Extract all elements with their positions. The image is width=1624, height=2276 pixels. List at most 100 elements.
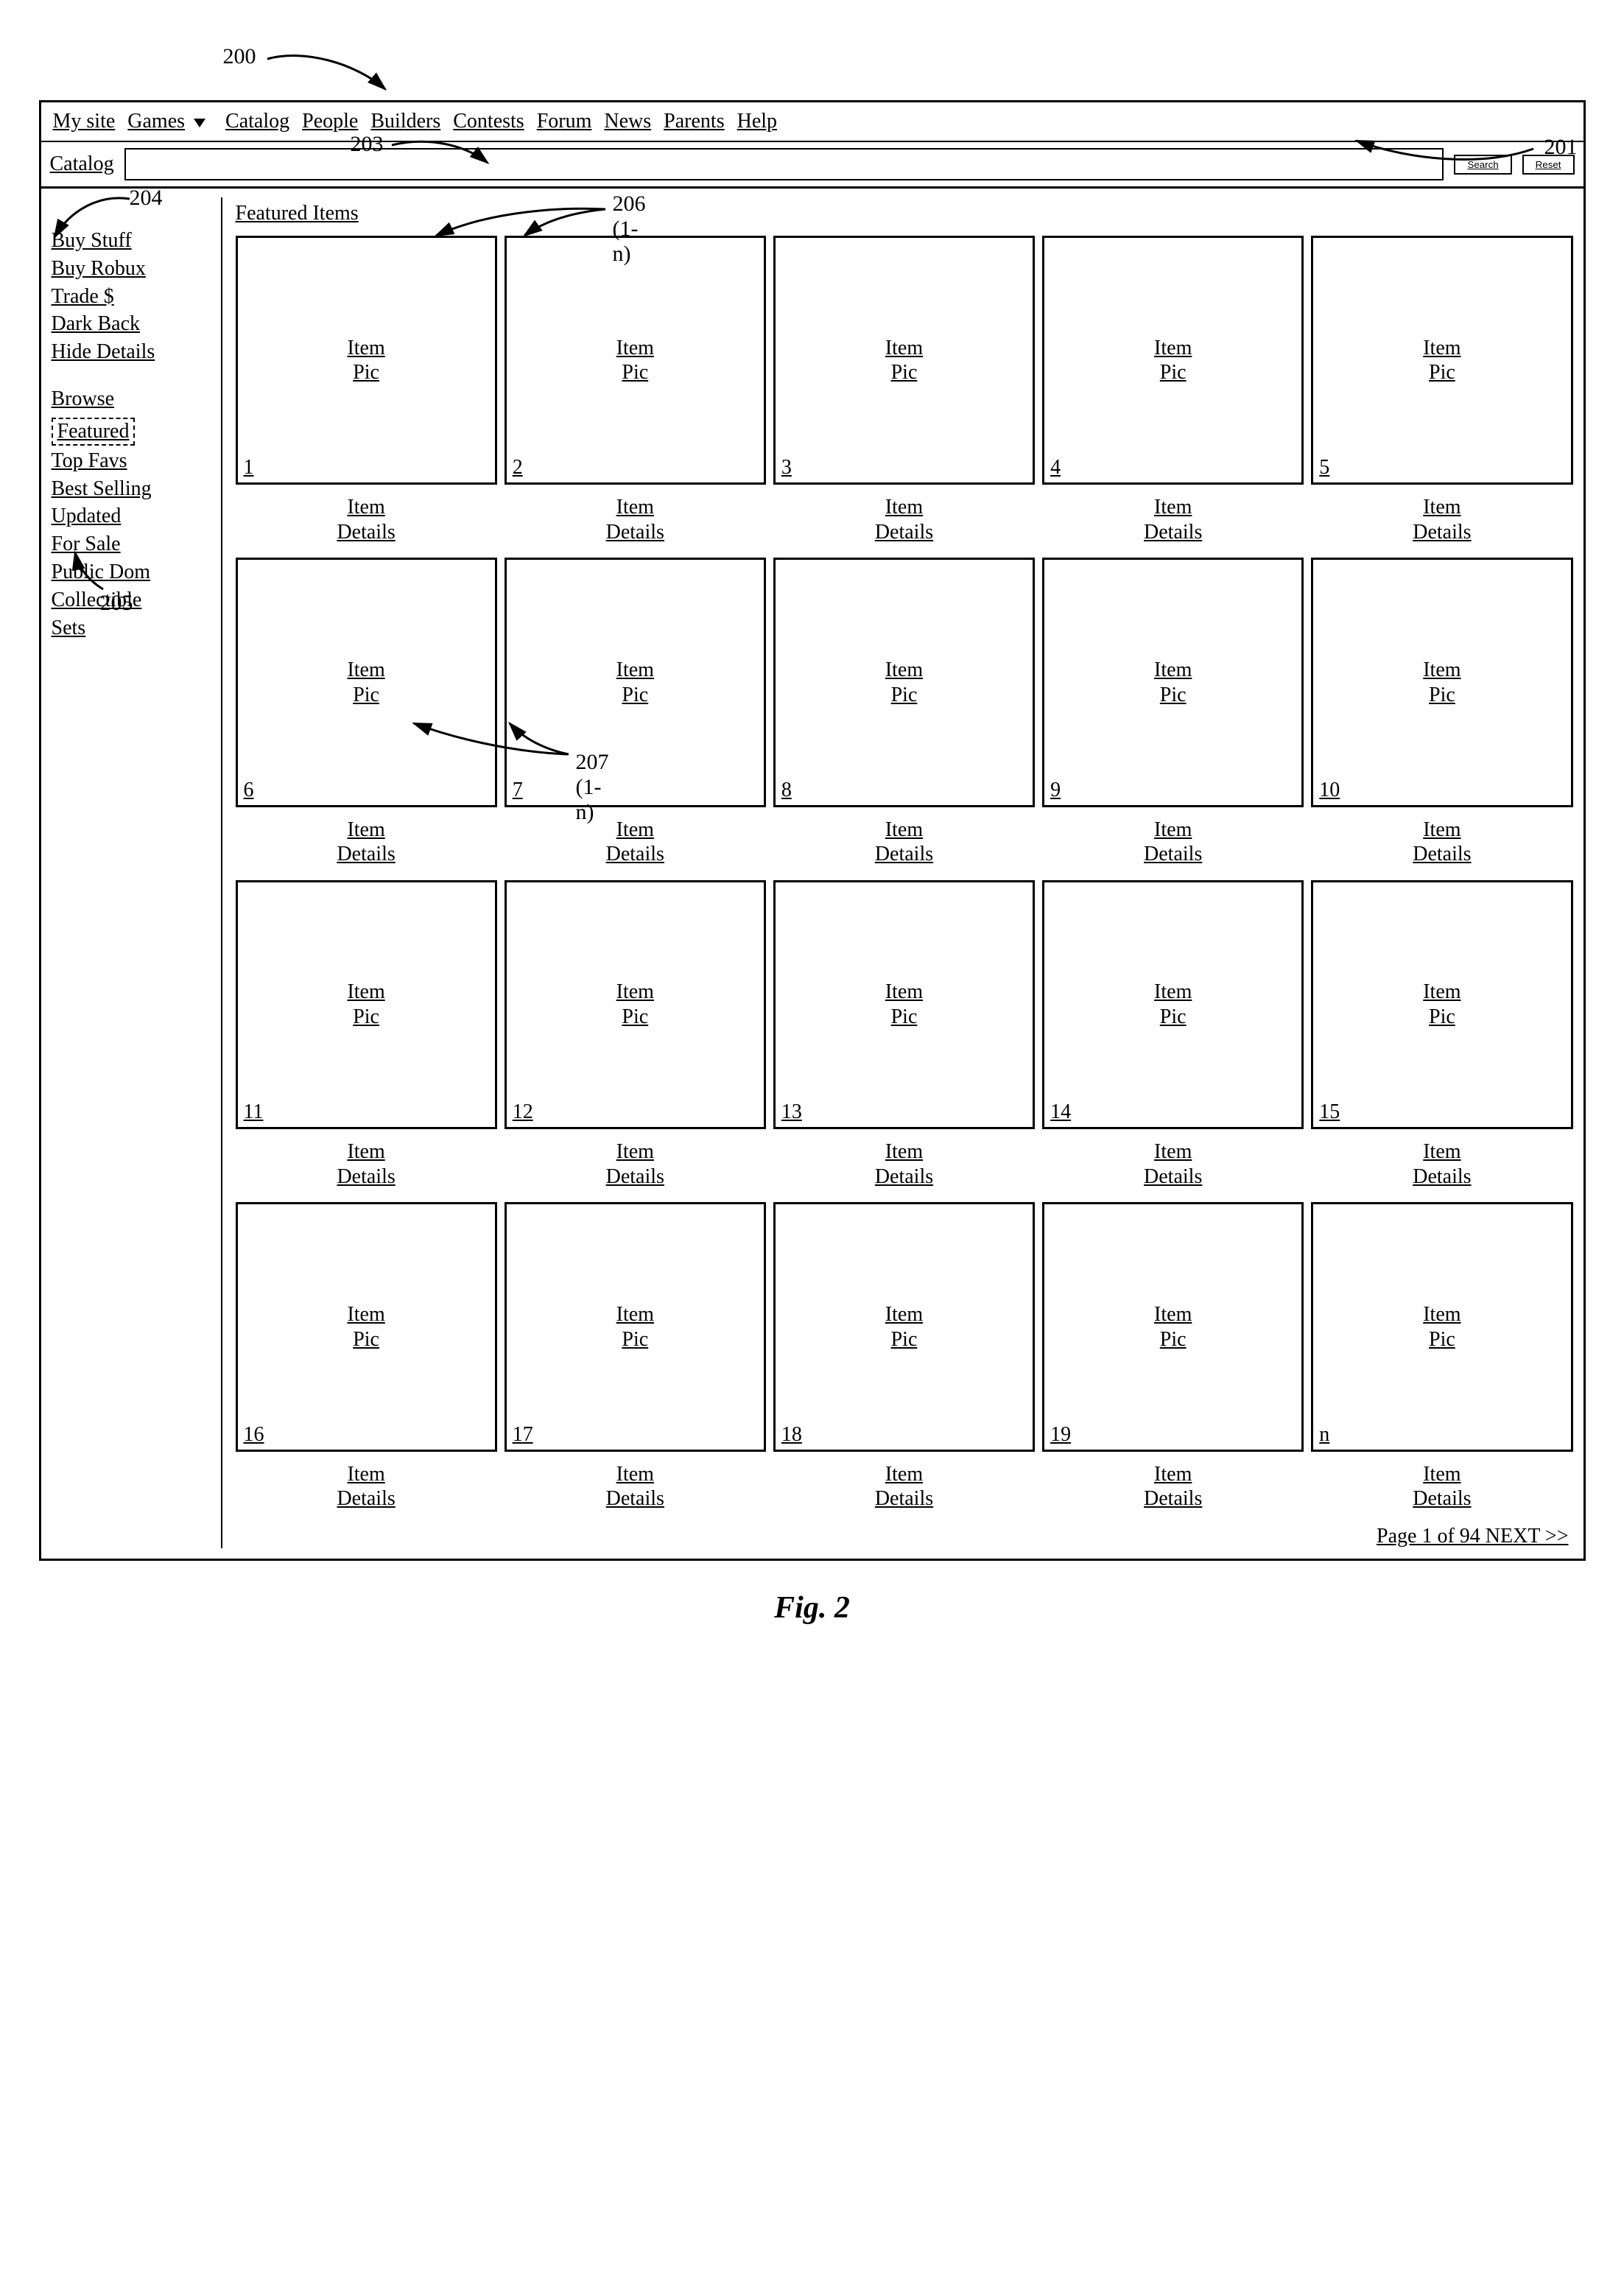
item-number: 17 bbox=[513, 1423, 533, 1447]
item-pic[interactable]: ItemPic5 bbox=[1311, 236, 1572, 485]
item-details-link[interactable]: ItemDetails bbox=[606, 1139, 664, 1189]
nav-parents[interactable]: Parents bbox=[664, 110, 724, 133]
item-details-link[interactable]: ItemDetails bbox=[1144, 495, 1202, 544]
item-details-link[interactable]: ItemDetails bbox=[337, 1462, 395, 1511]
item-pic[interactable]: ItemPic16 bbox=[236, 1202, 497, 1451]
item-details-link[interactable]: ItemDetails bbox=[606, 818, 664, 867]
item-details-label: Details bbox=[606, 1165, 664, 1190]
sidebar: Buy StuffBuy RobuxTrade $Dark BackHide D… bbox=[52, 197, 221, 1548]
item-pic[interactable]: ItemPic9 bbox=[1042, 558, 1304, 807]
section-title: Featured Items bbox=[236, 202, 359, 225]
item-pic-label: Item bbox=[885, 658, 923, 683]
nav-catalog[interactable]: Catalog bbox=[225, 110, 289, 133]
item-pic[interactable]: ItemPic17 bbox=[505, 1202, 766, 1451]
nav-forum[interactable]: Forum bbox=[537, 110, 592, 133]
sidebar-featured-selected[interactable]: Featured bbox=[52, 418, 136, 446]
item-details-label: Details bbox=[1144, 1486, 1202, 1511]
item-pic[interactable]: ItemPic18 bbox=[773, 1202, 1035, 1451]
item-details-link[interactable]: ItemDetails bbox=[1144, 1139, 1202, 1189]
item-pic-label: Pic bbox=[1423, 1327, 1460, 1352]
nav-contests[interactable]: Contests bbox=[453, 110, 524, 133]
item-pic[interactable]: ItemPic10 bbox=[1311, 558, 1572, 807]
item-card: ItemPic19ItemDetails bbox=[1042, 1202, 1304, 1511]
item-pic-label: Item bbox=[616, 658, 654, 683]
item-pic[interactable]: ItemPic19 bbox=[1042, 1202, 1304, 1451]
item-details-link[interactable]: ItemDetails bbox=[1413, 1139, 1471, 1189]
item-pic-label: Item bbox=[347, 658, 384, 683]
item-card: ItemPic9 ItemDetails bbox=[1042, 558, 1304, 866]
item-details-link[interactable]: ItemDetails bbox=[875, 1462, 933, 1511]
item-number: 18 bbox=[781, 1423, 802, 1447]
item-details-label: Details bbox=[1413, 1486, 1471, 1511]
sidebar-link-top-favs[interactable]: Top Favs bbox=[52, 447, 221, 475]
item-details-link[interactable]: ItemDetails bbox=[1144, 1462, 1202, 1511]
item-number: 13 bbox=[781, 1100, 802, 1124]
item-details-link[interactable]: ItemDetails bbox=[875, 495, 933, 544]
item-pic-label: Item bbox=[1423, 336, 1460, 361]
item-pic[interactable]: ItemPic7 bbox=[505, 558, 766, 807]
item-details-label: Item bbox=[606, 1139, 664, 1165]
item-pic-label: Pic bbox=[616, 360, 654, 385]
sidebar-link-trade-[interactable]: Trade $ bbox=[52, 283, 221, 311]
item-details-label: Item bbox=[875, 495, 933, 520]
item-details-link[interactable]: ItemDetails bbox=[337, 818, 395, 867]
item-details-link[interactable]: ItemDetails bbox=[1413, 495, 1471, 544]
item-pic[interactable]: ItemPic15 bbox=[1311, 880, 1572, 1129]
nav-my-site[interactable]: My site bbox=[53, 110, 116, 133]
item-details-link[interactable]: ItemDetails bbox=[606, 495, 664, 544]
item-pic-label: Pic bbox=[616, 683, 654, 708]
nav-news[interactable]: News bbox=[604, 110, 651, 133]
nav-people[interactable]: People bbox=[302, 110, 358, 133]
item-pic-label: Item bbox=[1154, 1302, 1192, 1327]
item-pic[interactable]: ItemPic3 bbox=[773, 236, 1035, 485]
item-pic[interactable]: ItemPic 8 bbox=[773, 558, 1035, 807]
item-pic[interactable]: ItemPic2 bbox=[505, 236, 766, 485]
item-details-label: Details bbox=[606, 842, 664, 867]
item-number: 2 bbox=[513, 456, 523, 480]
sidebar-link-hide-details[interactable]: Hide Details bbox=[52, 338, 221, 366]
item-pic[interactable]: ItemPic11 bbox=[236, 880, 497, 1129]
item-details-link[interactable]: ItemDetails bbox=[1413, 818, 1471, 867]
item-pic-label: Pic bbox=[1154, 1327, 1192, 1352]
sidebar-link-buy-robux[interactable]: Buy Robux bbox=[52, 255, 221, 283]
item-card: ItemPic17 ItemDetails bbox=[505, 1202, 766, 1511]
sidebar-link-updated[interactable]: Updated bbox=[52, 502, 221, 530]
item-details-link[interactable]: ItemDetails bbox=[1144, 818, 1202, 867]
item-details-link[interactable]: ItemDetails bbox=[606, 1462, 664, 1511]
item-number: 8 bbox=[781, 779, 792, 802]
sidebar-link-sets[interactable]: Sets bbox=[52, 614, 221, 642]
item-details-label: Item bbox=[1413, 1139, 1471, 1165]
item-pic[interactable]: ItemPic4 bbox=[1042, 236, 1304, 485]
item-details-link[interactable]: ItemDetails bbox=[875, 1139, 933, 1189]
item-card: ItemPic13 ItemDetails bbox=[773, 880, 1035, 1189]
item-pic[interactable]: ItemPicn bbox=[1311, 1202, 1572, 1451]
nav-builders[interactable]: Builders bbox=[370, 110, 440, 133]
item-pic-label: Pic bbox=[885, 683, 923, 708]
item-pic-label: Pic bbox=[1423, 683, 1460, 708]
item-card: ItemPic1 ItemDetails bbox=[236, 236, 497, 544]
item-card: ItemPic5 ItemDetails bbox=[1311, 236, 1572, 544]
item-pic-label: Pic bbox=[1154, 360, 1192, 385]
item-pic[interactable]: ItemPic14 bbox=[1042, 880, 1304, 1129]
item-pic[interactable]: ItemPic6 bbox=[236, 558, 497, 807]
item-details-link[interactable]: ItemDetails bbox=[1413, 1462, 1471, 1511]
nav-games[interactable]: Games bbox=[127, 110, 185, 133]
item-pic-label: Pic bbox=[885, 1327, 923, 1352]
annotation-201: 201 bbox=[1544, 135, 1578, 160]
item-pic-label: Pic bbox=[1423, 1005, 1460, 1030]
sidebar-link-dark-back[interactable]: Dark Back bbox=[52, 310, 221, 338]
item-number: 14 bbox=[1050, 1100, 1071, 1124]
item-pic[interactable]: ItemPic1 bbox=[236, 236, 497, 485]
item-details-link[interactable]: ItemDetails bbox=[337, 495, 395, 544]
item-pic[interactable]: ItemPic12 bbox=[505, 880, 766, 1129]
item-details-label: Item bbox=[1144, 818, 1202, 843]
item-details-link[interactable]: ItemDetails bbox=[875, 818, 933, 867]
item-details-label: Item bbox=[606, 818, 664, 843]
item-card: ItemPic15 ItemDetails bbox=[1311, 880, 1572, 1189]
sidebar-link-best-selling[interactable]: Best Selling bbox=[52, 475, 221, 503]
nav-help[interactable]: Help bbox=[737, 110, 777, 133]
item-pic[interactable]: ItemPic13 bbox=[773, 880, 1035, 1129]
item-details-link[interactable]: ItemDetails bbox=[337, 1139, 395, 1189]
pager-next[interactable]: Page 1 of 94 NEXT >> bbox=[236, 1525, 1573, 1548]
search-input[interactable] bbox=[124, 148, 1444, 180]
